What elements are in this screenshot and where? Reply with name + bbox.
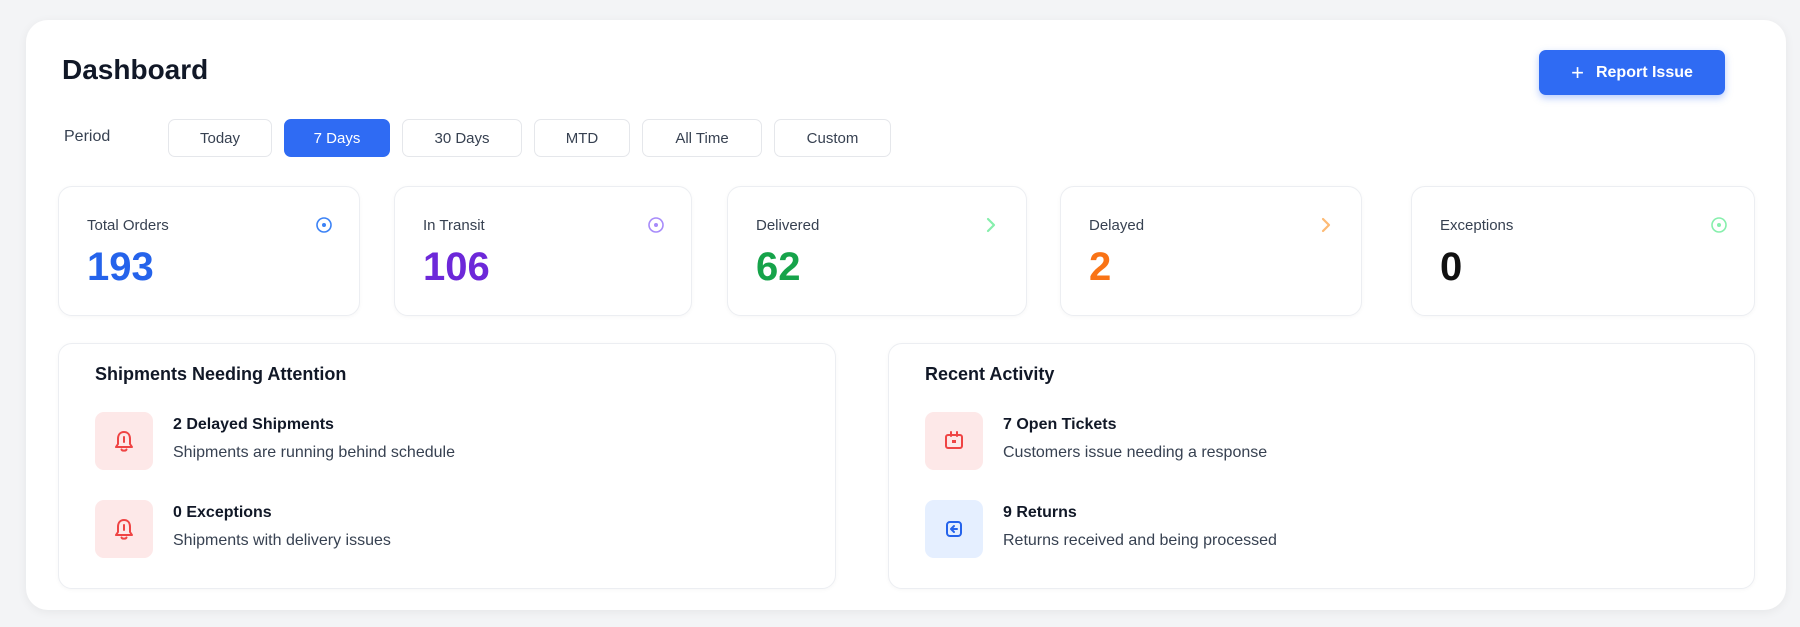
bell-icon-box [95, 412, 153, 470]
ticket-icon [945, 431, 963, 449]
bell-icon [115, 519, 133, 540]
period-7-days-button[interactable]: 7 Days [284, 119, 390, 157]
period-mtd-button[interactable]: MTD [534, 119, 630, 157]
period-label: Period [64, 128, 111, 145]
stat-label: Exceptions [1440, 217, 1514, 234]
page-title: Dashboard [62, 54, 209, 85]
stat-card-delayed: Delayed 2 [1060, 186, 1362, 316]
bell-icon [115, 431, 133, 452]
stat-value: 106 [423, 245, 490, 289]
report-issue-button[interactable]: + Report Issue [1539, 50, 1725, 95]
check-circle-icon[interactable] [1710, 216, 1728, 234]
chevron-right-icon[interactable] [982, 216, 1000, 234]
stat-card-exceptions: Exceptions 0 [1411, 186, 1755, 316]
period-filter-group: Today 7 Days 30 Days MTD All Time Custom [168, 119, 891, 157]
activity-item-tickets[interactable]: 7 Open Tickets Customers issue needing a… [925, 412, 1267, 470]
attention-item-subtitle: Shipments are running behind schedule [173, 444, 455, 461]
bell-icon-box [95, 500, 153, 558]
stat-value: 193 [87, 245, 154, 289]
stat-card-in-transit: In Transit 106 [394, 186, 692, 316]
period-custom-button[interactable]: Custom [774, 119, 891, 157]
stat-card-delivered: Delivered 62 [727, 186, 1027, 316]
card-title: Shipments Needing Attention [95, 364, 347, 384]
return-icon-box [925, 500, 983, 558]
period-today-button[interactable]: Today [168, 119, 272, 157]
period-30-days-button[interactable]: 30 Days [402, 119, 522, 157]
recent-activity-card: Recent Activity 7 Open Tickets Customers… [888, 343, 1755, 589]
stat-value: 2 [1089, 245, 1112, 289]
activity-item-returns[interactable]: 9 Returns Returns received and being pro… [925, 500, 1277, 558]
stat-value: 62 [756, 245, 801, 289]
activity-item-title: 7 Open Tickets [1003, 416, 1117, 433]
plus-icon: + [1571, 59, 1584, 85]
shipments-attention-card: Shipments Needing Attention 2 Delayed Sh… [58, 343, 836, 589]
attention-item-delayed[interactable]: 2 Delayed Shipments Shipments are runnin… [95, 412, 455, 470]
stat-label: Total Orders [87, 217, 169, 234]
stat-value: 0 [1440, 245, 1463, 289]
period-all-time-button[interactable]: All Time [642, 119, 762, 157]
attention-item-title: 2 Delayed Shipments [173, 416, 334, 433]
stat-card-total-orders: Total Orders 193 [58, 186, 360, 316]
activity-item-subtitle: Returns received and being processed [1003, 532, 1277, 549]
info-circle-icon[interactable] [647, 216, 665, 234]
stat-label: Delivered [756, 217, 820, 234]
return-icon [946, 521, 962, 537]
info-circle-icon[interactable] [315, 216, 333, 234]
card-title: Recent Activity [925, 364, 1055, 384]
attention-item-subtitle: Shipments with delivery issues [173, 532, 391, 549]
attention-item-exceptions[interactable]: 0 Exceptions Shipments with delivery iss… [95, 500, 391, 558]
stat-label: In Transit [423, 217, 485, 234]
ticket-icon-box [925, 412, 983, 470]
report-issue-label: Report Issue [1595, 63, 1693, 81]
attention-item-title: 0 Exceptions [173, 504, 272, 521]
activity-item-title: 9 Returns [1003, 504, 1077, 521]
activity-item-subtitle: Customers issue needing a response [1003, 444, 1268, 461]
stat-label: Delayed [1089, 217, 1145, 234]
dashboard-panel: Dashboard + Report Issue Period Today 7 … [26, 20, 1786, 610]
chevron-right-icon[interactable] [1317, 216, 1335, 234]
